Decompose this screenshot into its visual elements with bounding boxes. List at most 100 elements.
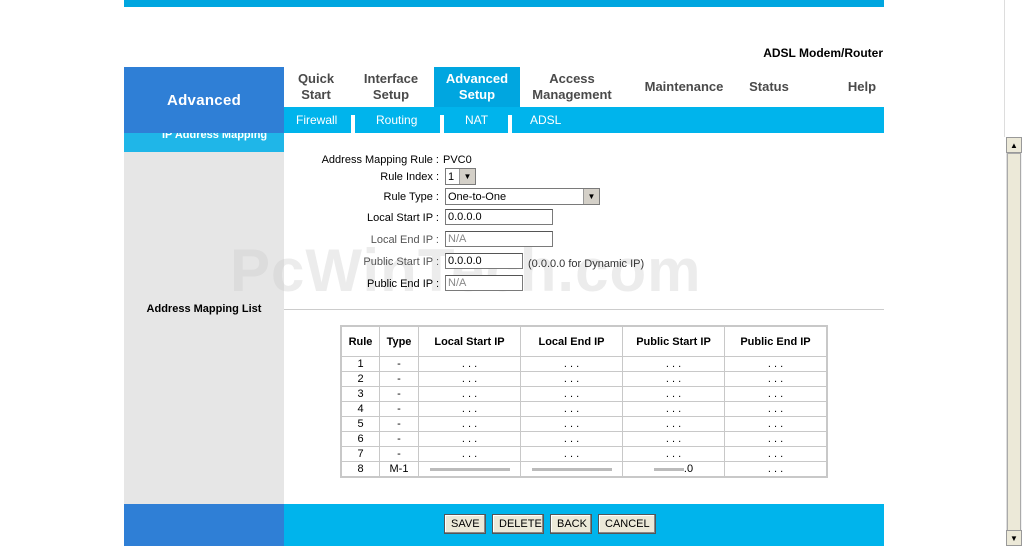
- submenu-separator: [351, 115, 355, 133]
- cell-public-end: . . .: [724, 446, 828, 462]
- cell-rule: 1: [340, 356, 380, 372]
- menu-help[interactable]: Help: [834, 67, 890, 107]
- cell-rule: 6: [340, 431, 380, 447]
- footer-left: [124, 504, 284, 546]
- cell-local-start: . . .: [418, 416, 521, 432]
- table-row: 3-. . .. . .. . .. . .: [340, 386, 828, 402]
- cell-local-end-redacted: [520, 461, 623, 478]
- col-type: Type: [379, 325, 419, 357]
- cell-local-end: . . .: [520, 356, 623, 372]
- cell-public-start: .0: [622, 461, 725, 478]
- cell-local-end: . . .: [520, 446, 623, 462]
- menu-quick-start[interactable]: Quick Start: [284, 67, 348, 107]
- cell-public-end: . . .: [724, 431, 828, 447]
- cell-type: -: [379, 356, 419, 372]
- cancel-button[interactable]: CANCEL: [598, 514, 656, 534]
- cell-rule: 7: [340, 446, 380, 462]
- table-row: 1-. . .. . .. . .. . .: [340, 356, 828, 372]
- cell-local-start: . . .: [418, 401, 521, 417]
- cell-type: M-1: [379, 461, 419, 478]
- cell-rule: 3: [340, 386, 380, 402]
- col-public-end: Public End IP: [724, 325, 828, 357]
- chevron-down-icon: ▼: [459, 169, 475, 184]
- menu-interface-setup[interactable]: Interface Setup: [352, 67, 430, 107]
- submenu-nat[interactable]: NAT: [465, 107, 488, 133]
- table-row: 6-. . .. . .. . .. . .: [340, 431, 828, 447]
- cell-public-end: . . .: [724, 371, 828, 387]
- cell-type: -: [379, 386, 419, 402]
- sub-menu: Firewall Routing NAT ADSL: [284, 107, 884, 133]
- cell-local-end: . . .: [520, 401, 623, 417]
- scroll-thumb[interactable]: [1007, 153, 1021, 533]
- menu-maintenance[interactable]: Maintenance: [634, 67, 734, 107]
- submenu-separator: [508, 115, 512, 133]
- cell-type: -: [379, 371, 419, 387]
- left-panel: [124, 152, 284, 504]
- table-row: 5-. . .. . .. . .. . .: [340, 416, 828, 432]
- product-name: ADSL Modem/Router: [763, 46, 883, 60]
- cell-rule: 5: [340, 416, 380, 432]
- menu-status[interactable]: Status: [739, 67, 799, 107]
- col-local-start: Local Start IP: [418, 325, 521, 357]
- public-start-label: Public Start IP :: [363, 256, 439, 268]
- cell-local-end: . . .: [520, 371, 623, 387]
- menu-label: Interface Setup: [363, 71, 419, 102]
- rule-index-label: Rule Index :: [380, 171, 439, 183]
- cell-local-start: . . .: [418, 356, 521, 372]
- rule-type-value: One-to-One: [448, 190, 507, 203]
- page-section-label: IP Address Mapping: [162, 133, 268, 141]
- cell-rule: 8: [340, 461, 380, 478]
- menu-label: Quick Start: [297, 71, 335, 102]
- back-button[interactable]: BACK: [550, 514, 592, 534]
- top-accent-bar: [124, 0, 884, 7]
- local-start-input[interactable]: [445, 209, 553, 225]
- cell-local-end: . . .: [520, 431, 623, 447]
- cell-public-start: . . .: [622, 386, 725, 402]
- public-end-input[interactable]: [445, 275, 523, 291]
- cell-public-start: . . .: [622, 416, 725, 432]
- local-end-input[interactable]: [445, 231, 553, 247]
- submenu-routing[interactable]: Routing: [376, 107, 417, 133]
- cell-public-start: . . .: [622, 356, 725, 372]
- chevron-down-icon: ▼: [583, 189, 599, 204]
- scroll-down-icon[interactable]: ▼: [1006, 530, 1022, 546]
- rule-value: PVC0: [443, 154, 472, 166]
- cell-type: -: [379, 431, 419, 447]
- window-edge: [1004, 0, 1005, 137]
- cell-type: -: [379, 446, 419, 462]
- col-rule: Rule: [340, 325, 380, 357]
- divider: [284, 309, 884, 310]
- submenu-adsl[interactable]: ADSL: [530, 107, 561, 133]
- public-end-label: Public End IP :: [367, 278, 439, 290]
- cell-rule: 4: [340, 401, 380, 417]
- cell-local-start: . . .: [418, 446, 521, 462]
- mapping-list-label: Address Mapping List: [146, 303, 262, 315]
- table-row: 7-. . .. . .. . .. . .: [340, 446, 828, 462]
- menu-label: Access Management: [532, 71, 612, 102]
- submenu-firewall[interactable]: Firewall: [296, 107, 337, 133]
- address-mapping-table: Rule Type Local Start IP Local End IP Pu…: [340, 325, 828, 478]
- menu-label: Advanced Setup: [445, 71, 509, 102]
- menu-access-management[interactable]: Access Management: [524, 67, 620, 107]
- local-start-label: Local Start IP :: [367, 212, 439, 224]
- menu-label: Help: [847, 79, 877, 94]
- cell-local-start: . . .: [418, 431, 521, 447]
- scroll-up-icon[interactable]: ▲: [1006, 137, 1022, 153]
- col-public-start: Public Start IP: [622, 325, 725, 357]
- delete-button[interactable]: DELETE: [492, 514, 544, 534]
- cell-type: -: [379, 416, 419, 432]
- save-button[interactable]: SAVE: [444, 514, 486, 534]
- cell-public-start: . . .: [622, 371, 725, 387]
- rule-index-select[interactable]: 1 ▼: [445, 168, 476, 185]
- submenu-separator: [440, 115, 444, 133]
- cell-local-start-redacted: [418, 461, 521, 478]
- public-start-input[interactable]: [445, 253, 523, 269]
- cell-public-start: . . .: [622, 401, 725, 417]
- rule-type-select[interactable]: One-to-One ▼: [445, 188, 600, 205]
- rule-type-label: Rule Type :: [383, 191, 439, 203]
- menu-advanced-setup[interactable]: Advanced Setup: [434, 67, 520, 107]
- cell-type: -: [379, 401, 419, 417]
- cell-local-end: . . .: [520, 386, 623, 402]
- table-row: 4-. . .. . .. . .. . .: [340, 401, 828, 417]
- menu-label: Maintenance: [644, 79, 724, 94]
